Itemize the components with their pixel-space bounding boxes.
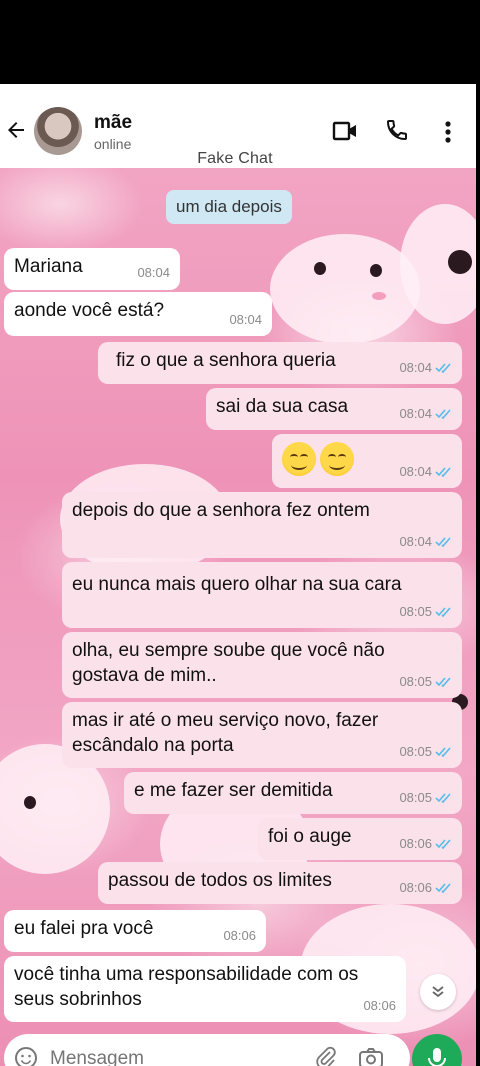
video-call-icon[interactable]: [332, 120, 358, 142]
message-bubble-outgoing[interactable]: fiz o que a senhora queria 08:04: [98, 342, 462, 384]
message-text: sai da sua casa: [216, 396, 349, 417]
chat-screen: mãe online Fake Chat um dia depois Maria…: [0, 84, 476, 1066]
app-subtitle: Fake Chat: [197, 150, 273, 167]
message-time: 08:06: [399, 836, 432, 851]
read-ticks-icon: [435, 537, 451, 547]
smiley-emoji-icon: [320, 442, 354, 476]
back-arrow-icon[interactable]: [4, 118, 28, 142]
message-bubble-incoming[interactable]: eu falei pra você 08:06: [4, 910, 266, 952]
message-time: 08:06: [223, 928, 256, 943]
message-text: passou de todos os limites: [108, 870, 332, 891]
read-ticks-icon: [435, 467, 451, 477]
message-bubble-outgoing[interactable]: e me fazer ser demitida 08:05: [124, 772, 462, 814]
message-time: 08:04: [399, 464, 432, 479]
message-bubble-outgoing[interactable]: 😊😊 08:04: [272, 434, 462, 488]
read-ticks-icon: [435, 363, 451, 373]
read-ticks-icon: [435, 793, 451, 803]
message-text: eu nunca mais quero olhar na sua cara: [72, 574, 402, 595]
smiley-emoji-icon: [282, 442, 316, 476]
message-time: 08:04: [399, 360, 432, 375]
message-bubble-outgoing[interactable]: olha, eu sempre soube que você não gosta…: [62, 632, 462, 698]
message-text: olha, eu sempre soube que você não gosta…: [72, 640, 385, 686]
emoji-icon[interactable]: [14, 1046, 38, 1066]
message-time: 08:04: [399, 534, 432, 549]
message-bubble-outgoing[interactable]: mas ir até o meu serviço novo, fazer esc…: [62, 702, 462, 768]
message-bubble-incoming[interactable]: você tinha uma responsabilidade com os s…: [4, 956, 406, 1022]
message-time: 08:06: [399, 880, 432, 895]
phone-icon[interactable]: [385, 118, 409, 142]
camera-icon[interactable]: [358, 1046, 384, 1066]
message-time: 08:05: [399, 790, 432, 805]
scroll-to-bottom-button[interactable]: [420, 974, 456, 1010]
emoji-pair: [282, 442, 358, 476]
chat-header: mãe online Fake Chat: [0, 84, 476, 168]
message-time: 08:05: [399, 744, 432, 759]
message-text: e me fazer ser demitida: [134, 780, 333, 801]
message-input[interactable]: [48, 1044, 272, 1066]
message-text: foi o auge: [268, 826, 352, 847]
message-bubble-outgoing[interactable]: passou de todos os limites 08:06: [98, 862, 462, 904]
more-options-icon[interactable]: [440, 120, 456, 144]
avatar[interactable]: [34, 107, 82, 155]
message-time: 08:04: [229, 312, 262, 327]
message-time: 08:05: [399, 674, 432, 689]
read-ticks-icon: [435, 747, 451, 757]
message-text: você tinha uma responsabilidade com os s…: [14, 964, 359, 1010]
date-chip: um dia depois: [166, 190, 292, 224]
message-text: mas ir até o meu serviço novo, fazer esc…: [72, 710, 379, 756]
wallpaper-cloud-eye: [370, 264, 382, 277]
attach-icon[interactable]: [314, 1046, 338, 1066]
message-time: 08:05: [399, 604, 432, 619]
message-text: fiz o que a senhora queria: [116, 350, 336, 371]
message-text: aonde você está?: [14, 300, 165, 321]
message-bubble-outgoing[interactable]: depois do que a senhora fez ontem 08:04: [62, 492, 462, 558]
read-ticks-icon: [435, 607, 451, 617]
read-ticks-icon: [435, 883, 451, 893]
wallpaper-cloud-eye: [448, 250, 472, 274]
message-input-bar: [4, 1034, 410, 1066]
read-ticks-icon: [435, 839, 451, 849]
read-ticks-icon: [435, 409, 451, 419]
mic-icon: [428, 1048, 446, 1066]
wallpaper-cloud-eye: [24, 796, 36, 809]
read-ticks-icon: [435, 677, 451, 687]
message-time: 08:04: [137, 265, 170, 280]
message-bubble-incoming[interactable]: Mariana 08:04: [4, 248, 180, 290]
message-bubble-outgoing[interactable]: foi o auge 08:06: [258, 818, 462, 860]
message-text: depois do que a senhora fez ontem: [72, 500, 370, 521]
contact-name[interactable]: mãe: [94, 112, 132, 134]
message-time: 08:04: [399, 406, 432, 421]
message-text: Mariana: [14, 256, 83, 277]
double-chevron-down-icon: [432, 986, 444, 998]
message-time: 08:06: [363, 998, 396, 1013]
wallpaper-cloud-eye: [314, 262, 326, 275]
message-text: eu falei pra você: [14, 918, 154, 939]
wallpaper-cloud: [270, 234, 420, 344]
wallpaper-cloud-blush: [372, 292, 386, 300]
message-bubble-incoming[interactable]: aonde você está? 08:04: [4, 292, 272, 336]
mic-button[interactable]: [412, 1034, 462, 1066]
message-bubble-outgoing[interactable]: eu nunca mais quero olhar na sua cara 08…: [62, 562, 462, 628]
message-bubble-outgoing[interactable]: sai da sua casa 08:04: [206, 388, 462, 430]
